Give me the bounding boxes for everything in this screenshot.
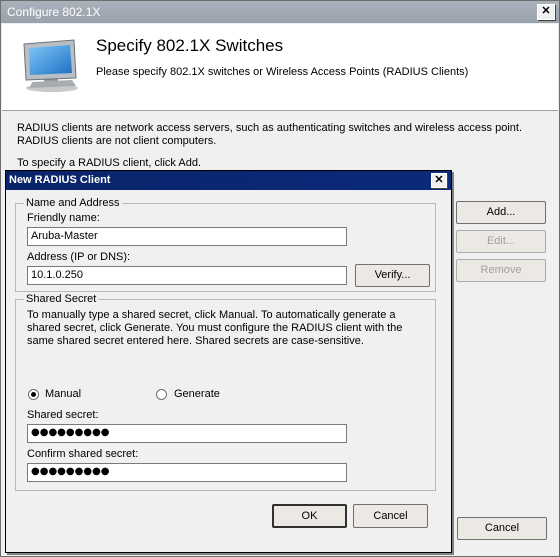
shared-secret-label: Shared secret: [27, 409, 99, 421]
address-input[interactable]: 10.1.0.250 [27, 266, 347, 285]
window-title: Configure 802.1X [7, 5, 101, 19]
friendly-name-input[interactable]: Aruba-Master [27, 227, 347, 246]
dialog-title-bar: New RADIUS Client ✕ [6, 171, 451, 190]
generate-radio-label[interactable]: Generate [174, 388, 220, 400]
add-instruction-text: To specify a RADIUS client, click Add. [17, 157, 202, 169]
new-radius-client-dialog: New RADIUS Client ✕ Name and Address Fri… [5, 170, 452, 553]
name-address-legend: Name and Address [24, 197, 122, 209]
edit-button[interactable]: Edit... [456, 230, 546, 253]
manual-radio-label[interactable]: Manual [45, 388, 81, 400]
remove-button[interactable]: Remove [456, 259, 546, 282]
dialog-title: New RADIUS Client [9, 174, 111, 186]
wizard-cancel-button[interactable]: Cancel [457, 517, 547, 540]
window-title-bar: Configure 802.1X ✕ [1, 1, 559, 23]
generate-radio[interactable] [156, 389, 167, 400]
window-close-button[interactable]: ✕ [537, 4, 555, 20]
close-icon: ✕ [434, 174, 444, 186]
friendly-name-label: Friendly name: [27, 212, 100, 224]
ok-button[interactable]: OK [272, 504, 347, 528]
shared-secret-input[interactable]: ●●●●●●●●● [27, 424, 347, 443]
dialog-close-button[interactable]: ✕ [431, 173, 447, 188]
intro-text: RADIUS clients are network access server… [17, 122, 522, 147]
address-label: Address (IP or DNS): [27, 251, 131, 263]
confirm-secret-label: Confirm shared secret: [27, 448, 139, 460]
shared-secret-group: Shared Secret To manually type a shared … [15, 293, 436, 491]
shared-secret-legend: Shared Secret [24, 293, 99, 305]
confirm-secret-input[interactable]: ●●●●●●●●● [27, 463, 347, 482]
shared-secret-description: To manually type a shared secret, click … [27, 309, 403, 347]
page-title: Specify 802.1X Switches [96, 36, 284, 55]
monitor-icon [23, 39, 78, 92]
verify-button[interactable]: Verify... [355, 264, 430, 287]
close-icon: ✕ [541, 5, 551, 17]
add-button[interactable]: Add... [456, 201, 546, 224]
wizard-header: Specify 802.1X Switches Please specify 8… [2, 24, 558, 111]
name-address-group: Name and Address Friendly name: Aruba-Ma… [15, 197, 436, 292]
manual-radio[interactable] [28, 389, 39, 400]
dialog-cancel-button[interactable]: Cancel [353, 504, 428, 528]
page-subtitle: Please specify 802.1X switches or Wirele… [96, 66, 469, 78]
